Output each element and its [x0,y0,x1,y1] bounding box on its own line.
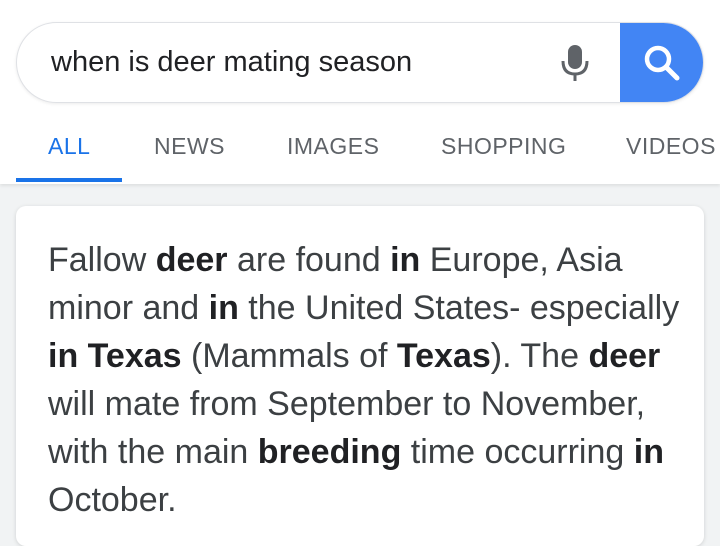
snippet-keyword: in [633,433,664,471]
snippet-part: the United States- especially [238,289,680,327]
search-input[interactable] [51,23,531,102]
tab-shopping[interactable]: SHOPPING [441,122,566,180]
microphone-glyph [561,45,589,81]
tab-images[interactable]: IMAGES [287,122,379,180]
tab-news[interactable]: NEWS [154,122,225,180]
search-tabs: ALL NEWS IMAGES SHOPPING VIDEOS [0,122,720,184]
active-tab-indicator [16,178,122,182]
snippet-keyword: in [208,289,239,327]
snippet-part: are found [227,241,391,279]
snippet-part: ). The [490,337,589,375]
snippet-text: Fallow deer are found in Europe, Asia mi… [48,236,688,524]
snippet-keyword: in [390,241,421,279]
snippet-keyword: breeding [257,433,402,471]
microphone-icon[interactable] [555,39,595,87]
snippet-part: (Mammals of [181,337,397,375]
magnifier-icon [644,45,680,80]
snippet-part: October. [48,481,177,519]
search-bar [16,22,704,103]
snippet-keyword: deer [588,337,661,375]
snippet-part: time occurring [401,433,634,471]
tab-videos[interactable]: VIDEOS [626,122,716,180]
snippet-keyword: deer [155,241,228,279]
snippet-keyword: in Texas [48,337,182,375]
featured-snippet-card: Fallow deer are found in Europe, Asia mi… [16,206,704,546]
search-button[interactable] [620,23,703,102]
snippet-part: Fallow [48,241,156,279]
tab-all[interactable]: ALL [48,122,90,180]
search-header: ALL NEWS IMAGES SHOPPING VIDEOS [0,0,720,184]
snippet-keyword: Texas [396,337,491,375]
